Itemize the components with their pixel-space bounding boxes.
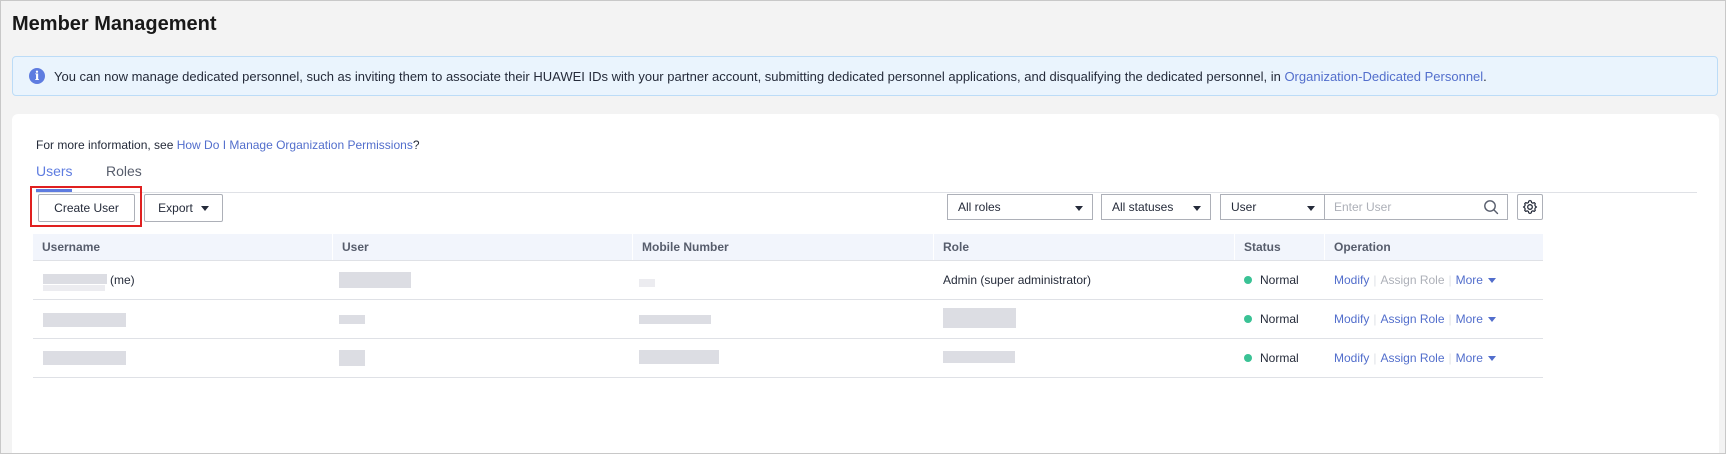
create-user-button[interactable]: Create User [38, 194, 135, 222]
table-row: Normal Modify | Assign Role | More [33, 300, 1543, 339]
role-filter-value: All roles [958, 200, 1001, 214]
main-card: For more information, see How Do I Manag… [12, 114, 1719, 453]
search-field-value: User [1231, 200, 1257, 214]
more-label: More [1455, 273, 1483, 287]
chevron-down-icon [200, 205, 209, 211]
tab-bar: Users Roles [36, 160, 1697, 193]
more-label: More [1455, 351, 1483, 365]
search-box [1324, 194, 1508, 220]
header-mobile: Mobile Number [642, 240, 729, 254]
header-user: User [342, 240, 369, 254]
modify-link[interactable]: Modify [1334, 273, 1369, 287]
more-menu[interactable]: More [1456, 312, 1496, 326]
role-cell: Admin (super administrator) [943, 273, 1092, 287]
status-cell: Normal [1244, 351, 1299, 365]
tab-users[interactable]: Users [36, 163, 73, 179]
header-status: Status [1244, 240, 1281, 254]
chevron-down-icon [1487, 317, 1496, 322]
chevron-down-icon [1487, 278, 1496, 283]
redacted-mobile [639, 315, 711, 324]
status-cell: Normal [1244, 312, 1299, 326]
create-user-label: Create User [54, 201, 119, 215]
chevron-down-icon [1075, 206, 1083, 211]
chevron-down-icon [1193, 206, 1201, 211]
redacted-role [943, 308, 1016, 328]
assign-role-link[interactable]: Assign Role [1380, 351, 1444, 365]
export-label: Export [158, 201, 193, 215]
users-table: Username User Mobile Number Role Status … [33, 234, 1543, 378]
assign-role-link: Assign Role [1380, 273, 1445, 287]
redacted-user [339, 315, 365, 324]
search-field-select[interactable]: User [1220, 194, 1325, 220]
redacted-role [943, 351, 1015, 363]
info-icon: i [29, 68, 45, 84]
header-operation: Operation [1334, 240, 1391, 254]
redacted-user [339, 350, 365, 366]
app-frame: Member Management i You can now manage d… [0, 0, 1726, 454]
redacted-username [43, 313, 126, 327]
search-icon[interactable] [1483, 199, 1499, 215]
more-label: More [1455, 312, 1483, 326]
notice-banner: i You can now manage dedicated personnel… [12, 56, 1718, 96]
status-text: Normal [1260, 351, 1299, 365]
gear-icon [1522, 199, 1538, 215]
more-menu[interactable]: More [1456, 351, 1496, 365]
status-dot-icon [1244, 315, 1252, 323]
redacted-mobile [639, 350, 719, 364]
operation-cell: Modify | Assign Role | More [1334, 273, 1496, 287]
page-title: Member Management [12, 13, 217, 35]
status-dot-icon [1244, 276, 1252, 284]
notice-suffix: . [1483, 68, 1487, 84]
more-menu[interactable]: More [1456, 273, 1496, 287]
status-text: Normal [1260, 273, 1299, 287]
table-header: Username User Mobile Number Role Status … [33, 234, 1543, 261]
more-info-suffix: ? [412, 138, 420, 152]
header-username: Username [42, 240, 101, 254]
status-dot-icon [1244, 354, 1252, 362]
role-filter-select[interactable]: All roles [947, 194, 1093, 220]
status-text: Normal [1260, 312, 1299, 326]
search-input[interactable] [1334, 196, 1484, 218]
chevron-down-icon [1307, 206, 1315, 211]
permissions-help-link[interactable]: How Do I Manage Organization Permissions [177, 138, 413, 152]
chevron-down-icon [1487, 356, 1496, 361]
table-settings-button[interactable] [1517, 194, 1543, 220]
table-row: Normal Modify | Assign Role | More [33, 339, 1543, 378]
modify-link[interactable]: Modify [1334, 312, 1369, 326]
status-filter-select[interactable]: All statuses [1101, 194, 1211, 220]
operation-cell: Modify | Assign Role | More [1334, 351, 1496, 365]
redacted-user [339, 272, 411, 288]
tab-roles[interactable]: Roles [106, 163, 142, 179]
header-role: Role [943, 240, 970, 254]
export-button[interactable]: Export [144, 194, 223, 222]
status-cell: Normal [1244, 273, 1299, 287]
redacted-username [43, 274, 107, 284]
more-info-text: For more information, see [36, 138, 177, 152]
more-info-line: For more information, see How Do I Manag… [36, 138, 420, 152]
assign-role-link[interactable]: Assign Role [1380, 312, 1444, 326]
modify-link[interactable]: Modify [1334, 351, 1369, 365]
redacted-mobile [639, 279, 655, 287]
status-filter-value: All statuses [1112, 200, 1174, 214]
redacted-username [43, 351, 126, 365]
operation-cell: Modify | Assign Role | More [1334, 312, 1496, 326]
notice-link[interactable]: Organization-Dedicated Personnel [1284, 69, 1483, 84]
table-row: (me) Admin (super administrator) Normal … [33, 261, 1543, 300]
notice-text: You can now manage dedicated personnel, … [54, 68, 1285, 84]
username-me-tag: (me) [110, 273, 135, 287]
